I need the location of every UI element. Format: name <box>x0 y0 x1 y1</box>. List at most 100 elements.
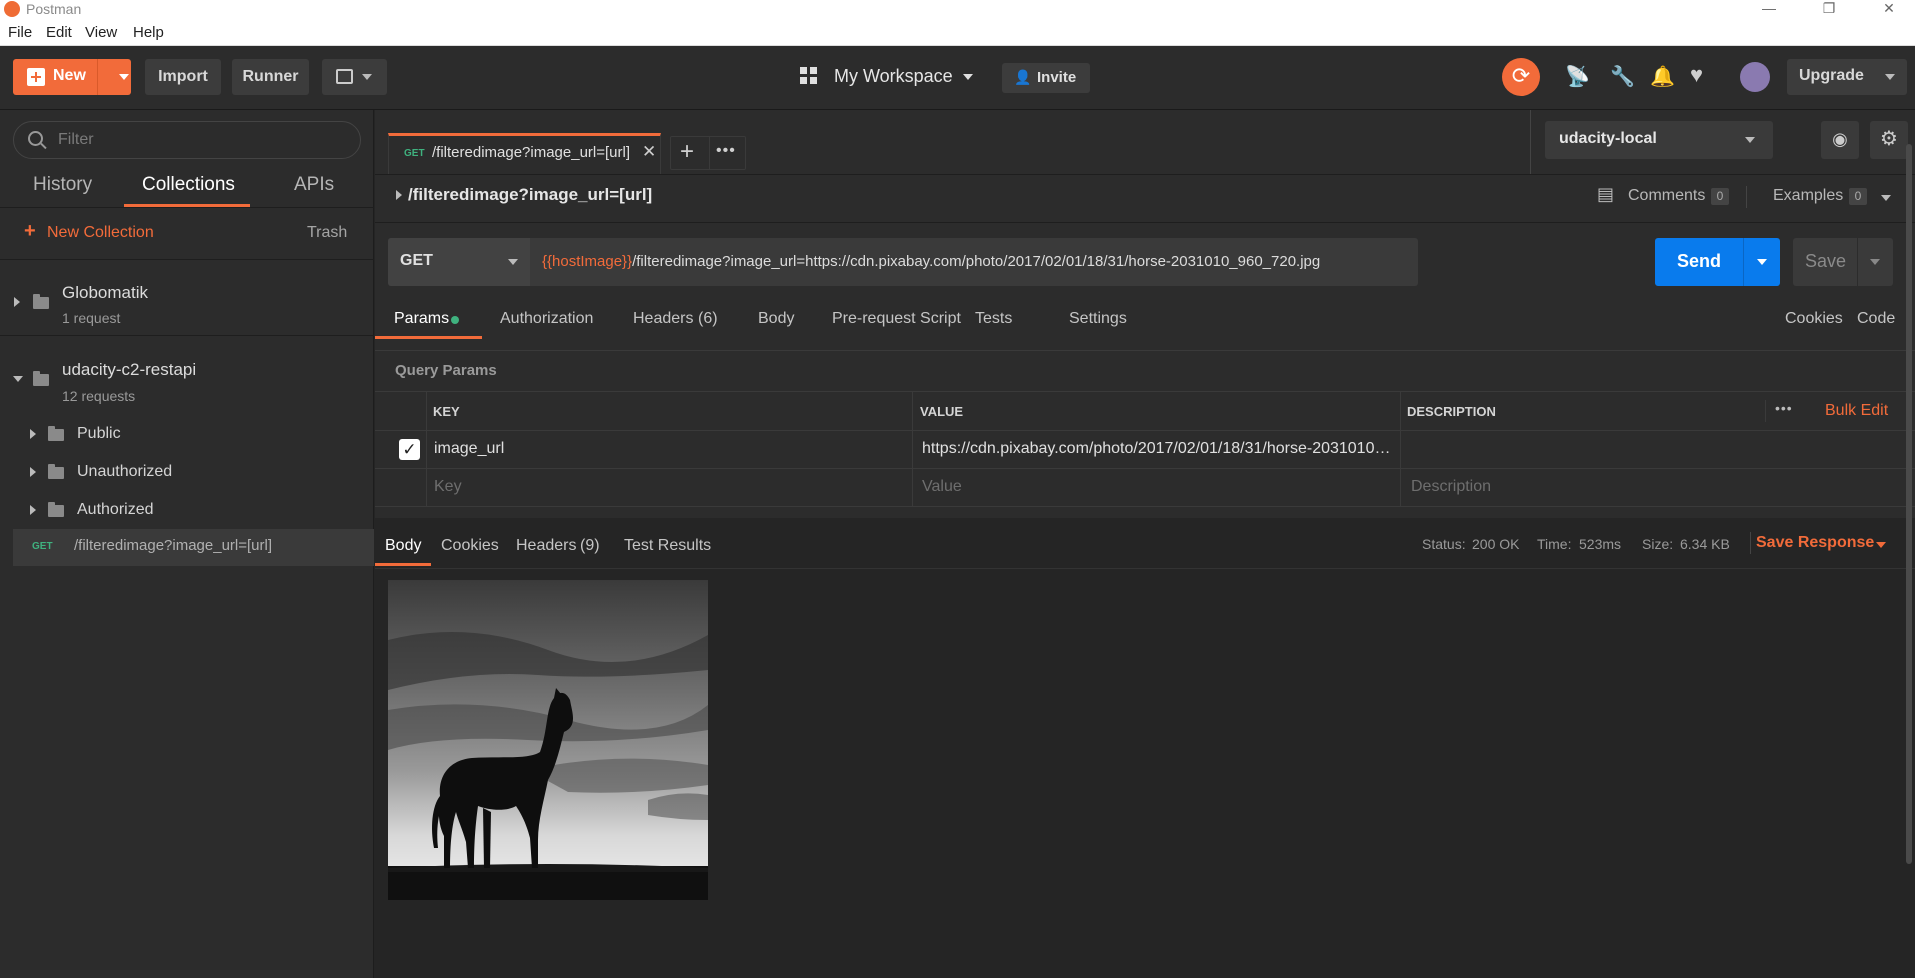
response-tab-body[interactable]: Body <box>385 537 421 555</box>
new-button-label: New <box>53 67 86 84</box>
new-window-button[interactable] <box>322 59 387 95</box>
runner-button[interactable]: Runner <box>232 59 309 95</box>
postman-logo-icon <box>4 1 20 17</box>
tab-params[interactable]: Params <box>394 310 449 328</box>
workspace-chevron-icon[interactable] <box>963 74 973 80</box>
examples-button[interactable]: Examples <box>1773 187 1843 205</box>
chevron-right-icon[interactable] <box>30 505 36 515</box>
gear-icon[interactable]: ⚙ <box>1870 121 1908 159</box>
new-button[interactable]: New <box>13 59 131 95</box>
param-key[interactable]: image_url <box>434 440 504 458</box>
url-input[interactable]: {{hostImage}}/filteredimage?image_url=ht… <box>530 238 1418 286</box>
plus-icon: + <box>24 220 36 242</box>
notifications-bell-icon[interactable]: 🔔 <box>1650 64 1675 89</box>
close-button[interactable]: ✕ <box>1866 0 1912 20</box>
tab-apis[interactable]: APIs <box>294 174 334 196</box>
collection-count: 12 requests <box>62 388 136 404</box>
chevron-down-icon <box>362 74 372 80</box>
new-value-input[interactable]: Value <box>922 478 962 496</box>
folder-name: Public <box>77 425 121 442</box>
folder-public[interactable]: Public <box>0 415 374 453</box>
response-tab-cookies[interactable]: Cookies <box>441 537 499 555</box>
active-tab-indicator <box>375 563 431 566</box>
more-options-icon[interactable]: ••• <box>1775 400 1793 416</box>
response-tab-headers[interactable]: Headers <box>516 537 576 555</box>
more-tabs-icon[interactable]: ••• <box>716 142 736 160</box>
save-button[interactable]: Save <box>1793 238 1893 286</box>
heart-icon[interactable]: ♥ <box>1690 62 1703 88</box>
tab-authorization[interactable]: Authorization <box>500 310 593 328</box>
folder-icon <box>48 502 64 517</box>
trash-button[interactable]: Trash <box>307 224 347 242</box>
save-response-chevron-icon[interactable] <box>1876 542 1886 548</box>
import-button[interactable]: Import <box>145 59 221 95</box>
new-dropdown-caret-icon[interactable] <box>119 74 129 80</box>
send-dropdown-icon[interactable] <box>1757 259 1767 265</box>
add-tab-icon[interactable]: + <box>680 138 694 166</box>
param-value[interactable]: https://cdn.pixabay.com/photo/2017/02/01… <box>922 440 1390 458</box>
cookies-link[interactable]: Cookies <box>1785 310 1843 328</box>
sidebar: Filter History Collections APIs + New Co… <box>0 110 374 978</box>
menu-help[interactable]: Help <box>133 24 164 41</box>
new-collection-button[interactable]: New Collection <box>47 224 154 242</box>
menu-view[interactable]: View <box>85 24 117 41</box>
response-tab-test-results[interactable]: Test Results <box>624 537 711 555</box>
sync-icon[interactable]: ⟳ <box>1502 58 1540 96</box>
chevron-right-icon[interactable] <box>396 190 402 200</box>
chevron-right-icon[interactable] <box>14 297 20 307</box>
column-key: KEY <box>433 404 460 419</box>
headers-count: (6) <box>698 310 718 327</box>
tab-history[interactable]: History <box>33 174 92 196</box>
chevron-down-icon[interactable] <box>13 376 23 382</box>
header-toolbar: New Import Runner My Workspace 👤 Invite … <box>0 46 1915 110</box>
menu-edit[interactable]: Edit <box>46 24 72 41</box>
save-response-button[interactable]: Save Response <box>1756 534 1874 552</box>
bulk-edit-link[interactable]: Bulk Edit <box>1825 402 1888 420</box>
tab-tests[interactable]: Tests <box>975 310 1012 328</box>
new-description-input[interactable]: Description <box>1411 478 1491 496</box>
tab-headers[interactable]: Headers <box>633 310 693 328</box>
interceptor-icon[interactable]: 📡 <box>1565 64 1590 89</box>
chevron-right-icon[interactable] <box>30 467 36 477</box>
folder-icon <box>48 464 64 479</box>
collection-udacity-c2-restapi[interactable]: udacity-c2-restapi 12 requests <box>0 336 374 412</box>
tab-pre-request-script[interactable]: Pre-request Script <box>832 310 961 328</box>
vertical-scrollbar[interactable] <box>1906 144 1912 864</box>
eye-icon[interactable]: ◉ <box>1821 121 1859 159</box>
workspace-selector[interactable]: My Workspace <box>834 66 953 87</box>
filter-input[interactable]: Filter <box>13 121 361 159</box>
upgrade-button[interactable]: Upgrade <box>1787 59 1907 95</box>
folder-unauthorized[interactable]: Unauthorized <box>0 453 374 491</box>
new-key-input[interactable]: Key <box>434 478 462 496</box>
maximize-button[interactable]: ❐ <box>1806 0 1852 20</box>
method-select[interactable]: GET <box>388 238 530 286</box>
invite-label: Invite <box>1037 69 1077 86</box>
tab-settings[interactable]: Settings <box>1069 310 1127 328</box>
request-tab[interactable]: GET /filteredimage?image_url=[url] ✕ <box>388 133 661 175</box>
tab-collections[interactable]: Collections <box>142 174 235 196</box>
collection-globomatik[interactable]: Globomatik 1 request <box>0 260 374 335</box>
examples-count: 0 <box>1849 188 1867 205</box>
folder-authorized[interactable]: Authorized <box>0 491 374 529</box>
chevron-down-icon[interactable] <box>1885 74 1895 80</box>
chevron-down-icon[interactable] <box>1881 195 1891 201</box>
filter-placeholder: Filter <box>58 131 94 148</box>
request-tabs: Params Authorization Headers (6) Body Pr… <box>375 298 1915 340</box>
minimize-button[interactable]: — <box>1746 0 1792 20</box>
params-indicator-icon <box>451 316 459 324</box>
folder-icon <box>48 426 64 441</box>
invite-button[interactable]: 👤 Invite <box>1002 63 1090 93</box>
tab-body[interactable]: Body <box>758 310 794 328</box>
menu-file[interactable]: File <box>8 24 32 41</box>
comments-button[interactable]: Comments <box>1628 187 1705 205</box>
code-link[interactable]: Code <box>1857 310 1895 328</box>
avatar[interactable] <box>1740 62 1770 92</box>
save-dropdown-icon[interactable] <box>1870 259 1880 265</box>
settings-wrench-icon[interactable]: 🔧 <box>1610 64 1635 89</box>
sidebar-request-filteredimage[interactable]: GET /filteredimage?image_url=[url] <box>13 529 374 566</box>
close-tab-icon[interactable]: ✕ <box>642 142 656 162</box>
chevron-right-icon[interactable] <box>30 429 36 439</box>
send-button[interactable]: Send <box>1655 238 1780 286</box>
param-checkbox[interactable]: ✓ <box>399 439 420 460</box>
environment-selector[interactable]: udacity-local <box>1545 121 1773 159</box>
